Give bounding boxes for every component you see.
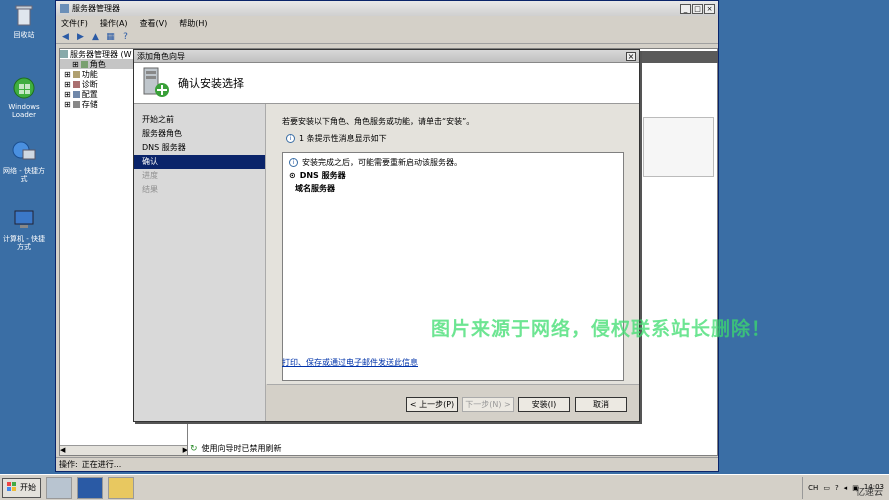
- maximize-button[interactable]: □: [692, 3, 703, 14]
- status-label: 操作:: [59, 460, 78, 469]
- previous-button[interactable]: < 上一步(P): [406, 397, 458, 412]
- nav-step-server-roles[interactable]: 服务器角色: [134, 127, 265, 141]
- desktop-icon-network[interactable]: 网络 - 快捷方式: [1, 140, 47, 183]
- yisu-logo-text: 亿速云: [855, 488, 883, 498]
- dialog-title: 添加角色向导: [137, 51, 185, 61]
- dialog-titlebar: 添加角色向导 ×: [134, 50, 639, 63]
- dialog-header: 确认安装选择: [134, 63, 639, 104]
- expand-icon[interactable]: ⊞: [64, 100, 71, 109]
- roles-icon: [80, 60, 88, 68]
- list-item-domain-name-server: 域名服务器: [289, 182, 617, 195]
- hint-row: i 1 条提示性消息显示如下: [286, 133, 623, 144]
- add-roles-wizard-dialog: 添加角色向导 × 确认安装选择 开始之前 服务器角色 DNS 服务器 确认 进度…: [133, 49, 640, 422]
- menu-bar: 文件(F) 操作(A) 查看(V) 帮助(H): [56, 16, 718, 30]
- windows-logo-icon: [7, 481, 17, 494]
- details-summary-box: [643, 117, 714, 177]
- status-value: 正在进行...: [81, 460, 122, 469]
- taskbar-powershell-icon[interactable]: [77, 476, 103, 499]
- wizard-step-nav: 开始之前 服务器角色 DNS 服务器 确认 进度 结果: [134, 104, 266, 421]
- desktop-icon-computer[interactable]: 计算机 - 快捷方式: [1, 208, 47, 251]
- windows-loader-icon: [11, 76, 37, 100]
- minimize-button[interactable]: _: [680, 3, 691, 14]
- recycle-bin-icon: [11, 4, 37, 28]
- print-save-email-link[interactable]: 打印、保存或通过电子邮件发送此信息: [282, 357, 418, 368]
- help-icon[interactable]: ?: [835, 484, 839, 492]
- refresh-text: 使用向导时已禁用刷新: [201, 444, 282, 453]
- instruction-text: 若要安装以下角色、角色服务或功能，请单击“安装”。: [282, 117, 475, 126]
- list-section-dns[interactable]: ⊙ DNS 服务器: [289, 169, 617, 182]
- nav-step-dns-server[interactable]: DNS 服务器: [134, 141, 265, 155]
- start-label: 开始: [20, 483, 36, 492]
- toolbar: ◀ ▶ ▲ ▦ ?: [56, 30, 718, 44]
- expand-icon[interactable]: ⊞: [64, 80, 71, 89]
- server-icon: [60, 50, 68, 58]
- taskbar-explorer-icon[interactable]: [108, 476, 134, 499]
- cancel-button[interactable]: 取消: [575, 397, 627, 412]
- list-item-label: 域名服务器: [295, 184, 335, 193]
- desktop-icon-windows-loader[interactable]: Windows Loader: [1, 76, 47, 119]
- refresh-icon: ↻: [190, 443, 198, 454]
- app-icon: [60, 4, 69, 13]
- back-arrow-icon[interactable]: ◀: [60, 32, 71, 42]
- language-indicator[interactable]: CH: [808, 484, 818, 492]
- list-info-text: 安装完成之后，可能需要重新启动该服务器。: [302, 158, 462, 167]
- expand-icon[interactable]: ⊞: [72, 60, 79, 69]
- storage-icon: [72, 100, 80, 108]
- expand-icon[interactable]: ⊞: [64, 70, 71, 79]
- show-hide-tree-icon[interactable]: ▦: [105, 32, 116, 42]
- help-icon[interactable]: ?: [120, 32, 131, 42]
- up-folder-icon[interactable]: ▲: [90, 32, 101, 42]
- taskbar-server-manager-icon[interactable]: [46, 476, 72, 499]
- menu-help[interactable]: 帮助(H): [179, 18, 207, 29]
- dialog-button-bar: < 上一步(P) 下一步(N) > 安装(I) 取消: [267, 384, 639, 421]
- volume-icon[interactable]: ◂: [844, 484, 848, 492]
- taskbar: 开始 CH ▭ ? ◂ ▣ 14:03: [0, 474, 889, 500]
- next-button: 下一步(N) >: [462, 397, 514, 412]
- install-button[interactable]: 安装(I): [518, 397, 570, 412]
- collapse-icon[interactable]: ⊙: [289, 171, 296, 180]
- configuration-icon: [72, 90, 80, 98]
- hint-text: 1 条提示性消息显示如下: [299, 134, 387, 143]
- window-titlebar: 服务器管理器 _ □ ×: [56, 1, 718, 16]
- confirmation-list[interactable]: i 安装完成之后，可能需要重新启动该服务器。 ⊙ DNS 服务器 域名服务器: [282, 152, 624, 381]
- refresh-status: ↻ 使用向导时已禁用刷新: [187, 442, 282, 455]
- desktop-icon-label: 计算机 - 快捷方式: [3, 235, 45, 251]
- keyboard-icon[interactable]: ▭: [823, 484, 830, 492]
- network-icon: [11, 140, 37, 164]
- list-section-label: DNS 服务器: [299, 171, 346, 180]
- menu-action[interactable]: 操作(A): [100, 18, 128, 29]
- info-icon: i: [289, 158, 298, 167]
- watermark-text: 图片来源于网络，侵权联系站长删除！: [431, 318, 772, 340]
- info-icon: i: [286, 134, 295, 143]
- window-title: 服务器管理器: [72, 4, 120, 13]
- desktop-icon-label: 回收站: [13, 31, 35, 39]
- nav-step-before-you-begin[interactable]: 开始之前: [134, 113, 265, 127]
- list-info-row: i 安装完成之后，可能需要重新启动该服务器。: [289, 156, 617, 169]
- desktop-icon-recycle-bin[interactable]: 回收站: [1, 4, 47, 39]
- tree-horizontal-scrollbar[interactable]: ◀ ▶: [60, 445, 188, 455]
- nav-step-progress: 进度: [142, 171, 158, 180]
- expand-icon[interactable]: ⊞: [64, 90, 71, 99]
- close-button[interactable]: ×: [704, 3, 715, 14]
- tree-item-label: 存储: [81, 99, 98, 109]
- desktop-icon-label: 网络 - 快捷方式: [3, 167, 45, 183]
- desktop-icon-label: Windows Loader: [8, 103, 40, 119]
- nav-step-confirmation[interactable]: 确认: [134, 155, 265, 169]
- dialog-close-button[interactable]: ×: [626, 51, 636, 61]
- nav-step-results: 结果: [142, 185, 158, 194]
- wizard-server-icon: [140, 66, 170, 100]
- menu-file[interactable]: 文件(F): [61, 18, 88, 29]
- diagnostics-icon: [72, 80, 80, 88]
- scroll-left-icon[interactable]: ◀: [60, 446, 65, 455]
- dialog-heading: 确认安装选择: [178, 77, 244, 90]
- menu-view[interactable]: 查看(V): [140, 18, 168, 29]
- features-icon: [72, 70, 80, 78]
- computer-icon: [11, 208, 37, 232]
- forward-arrow-icon[interactable]: ▶: [75, 32, 86, 42]
- status-bar: 操作: 正在进行...: [56, 457, 718, 471]
- start-button[interactable]: 开始: [2, 477, 41, 498]
